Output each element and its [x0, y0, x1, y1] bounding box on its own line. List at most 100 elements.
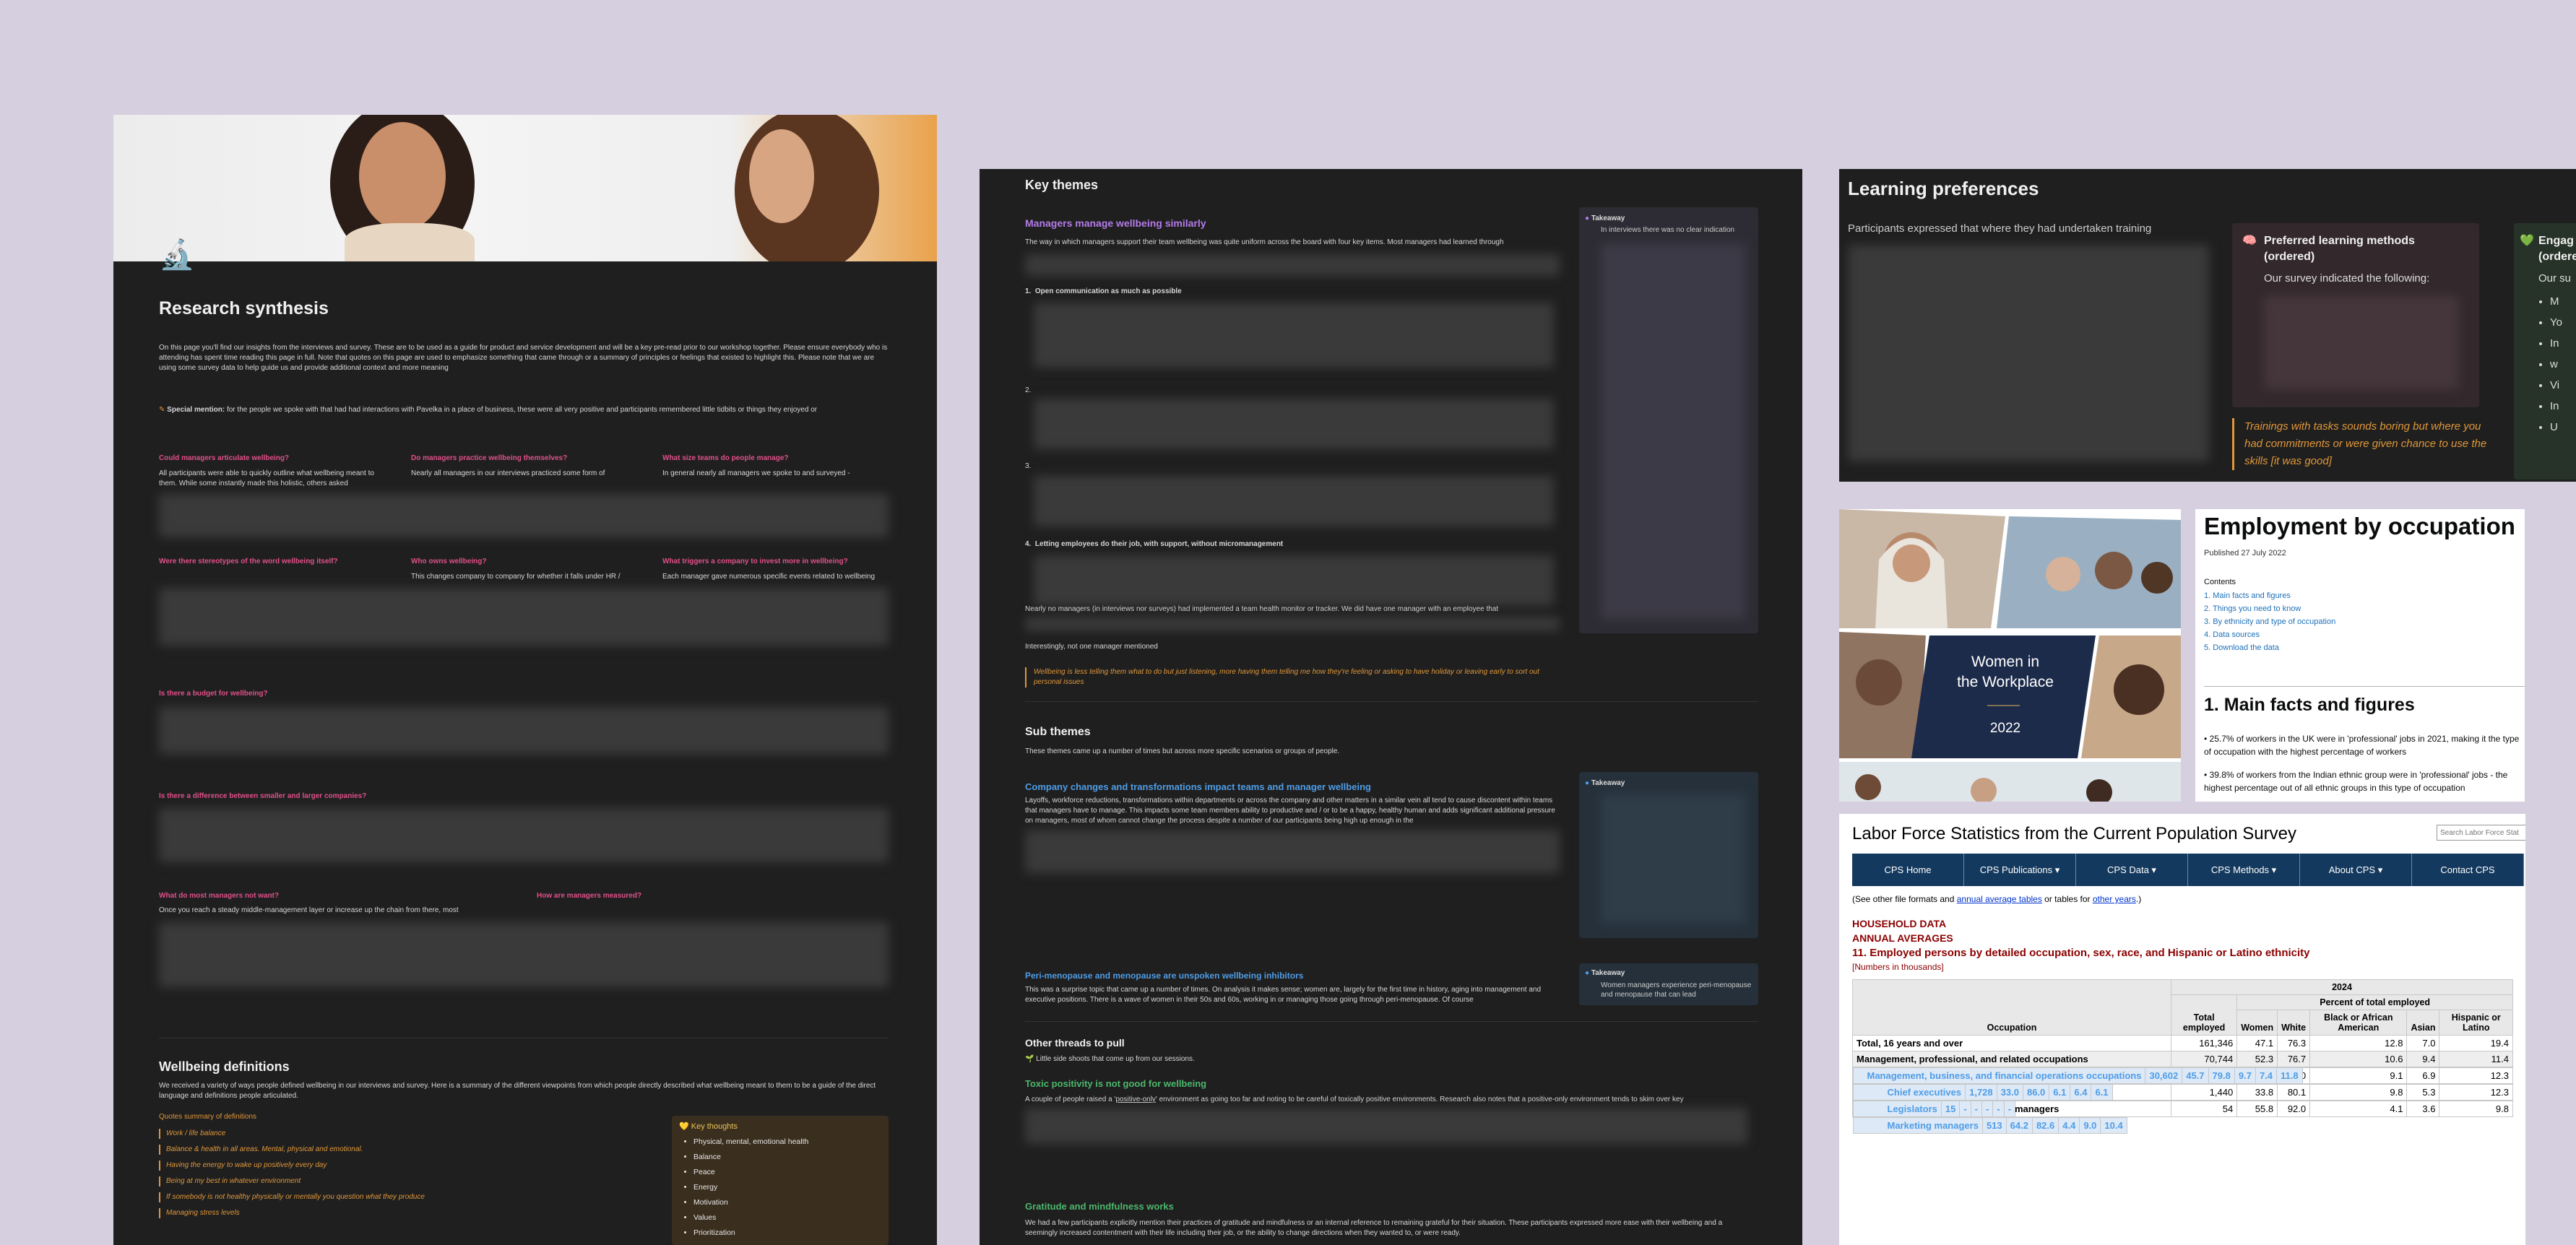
section-heading: 1. Main facts and figures	[2204, 695, 2415, 715]
photo-person	[1855, 774, 1881, 800]
annual-average-link[interactable]: annual average tables	[1957, 894, 2042, 904]
search-input[interactable]	[2437, 825, 2525, 841]
row-black: 9.8	[2309, 1084, 2408, 1101]
nav-item[interactable]: CPS Methods ▾	[2188, 854, 2300, 886]
report-title-line2: the Workplace	[1957, 674, 2054, 690]
photo-person-face	[1893, 545, 1930, 582]
thread-title: Toxic positivity is not good for wellbei…	[1025, 1078, 1207, 1089]
row-women: 33.8	[2236, 1084, 2278, 1101]
photo-tile	[1839, 762, 2181, 802]
key-thoughts-list: Physical, mental, emotional healthBalanc…	[679, 1135, 808, 1241]
takeaway-header: ● Takeaway	[1585, 779, 1625, 787]
blurred-content	[159, 808, 889, 862]
blurred-content	[159, 922, 889, 987]
circle-icon: ●	[1585, 779, 1590, 787]
row-black: 4.4	[2058, 1117, 2080, 1134]
row-asian: 9.0	[2079, 1117, 2101, 1134]
cps-navbar: CPS Home CPS Publications ▾ CPS Data ▾ CPS …	[1852, 854, 2524, 886]
row-black: 9.7	[2234, 1067, 2256, 1084]
nav-item[interactable]: CPS Data ▾	[2076, 854, 2188, 886]
contents-link[interactable]: 5. Download the data	[2204, 641, 2335, 654]
sprout-icon: 🌱	[1025, 1055, 1034, 1063]
sub-themes-intro: These themes came up a number of times b…	[1025, 747, 1340, 755]
divider	[1025, 1021, 1758, 1022]
thread-link[interactable]: positive-only	[1115, 1096, 1156, 1103]
row-women: 33.0	[1996, 1084, 2023, 1101]
contents-link[interactable]: 1. Main facts and figures	[2204, 589, 2335, 602]
row-asian: 3.6	[2406, 1101, 2440, 1117]
contents-label: Contents	[2204, 578, 2236, 586]
contents-link[interactable]: 4. Data sources	[2204, 628, 2335, 641]
card-list-item: In	[2550, 396, 2562, 417]
contents-link[interactable]: 2. Things you need to know	[2204, 602, 2335, 615]
quote-item: Work / life balance	[159, 1129, 592, 1139]
blurred-content	[1025, 1108, 1747, 1144]
quote-item-text: Balance & health in all areas. Mental, p…	[166, 1145, 363, 1153]
row-occupation: Chief executives	[1852, 1084, 1966, 1101]
contents-link[interactable]: 3. By ethnicity and type of occupation	[2204, 615, 2335, 628]
photo-person	[2095, 552, 2132, 589]
note-text: (See other file formats and	[1852, 894, 1957, 904]
nav-item[interactable]: CPS Publications ▾	[1964, 854, 2076, 886]
blurred-content	[159, 588, 889, 646]
key-thought-item: Physical, mental, emotional health	[693, 1135, 808, 1150]
thread-text: A couple of people raised a 'positive-on…	[1025, 1095, 1747, 1105]
row-hisp: 12.3	[2439, 1084, 2513, 1101]
row-hisp: 9.8	[2439, 1101, 2513, 1117]
row-total: 30,602	[2145, 1067, 2183, 1084]
sub-theme-title: Company changes and transformations impa…	[1025, 781, 1371, 792]
card-title: Preferred learning methods (ordered)	[2264, 235, 2415, 263]
takeaway-label: Takeaway	[1591, 969, 1625, 977]
takeaway-header: ● Takeaway	[1585, 214, 1625, 222]
row-hisp: 19.4	[2439, 1035, 2513, 1051]
question-heading: Could managers articulate wellbeing?	[159, 454, 290, 462]
other-years-link[interactable]: other years	[2093, 894, 2136, 904]
row-occupation: Management, professional, and related oc…	[1852, 1051, 2171, 1067]
hero-image	[113, 115, 937, 261]
key-themes-heading: Key themes	[1025, 178, 1099, 192]
blurred-content	[159, 494, 889, 537]
takeaway-header: ● Takeaway	[1585, 969, 1625, 977]
divider	[1025, 701, 1758, 702]
special-mention: ✎ Special mention: for the people we spo…	[159, 405, 889, 415]
thread-text-part: ' environment as going too far and notin…	[1155, 1096, 1684, 1103]
report-year: 2022	[1989, 721, 2021, 736]
col-white: White	[2277, 1010, 2311, 1036]
section-text: We received a variety of ways people def…	[159, 1082, 876, 1100]
question-heading: Do managers practice wellbeing themselve…	[411, 454, 568, 462]
numbered-item: 2.	[1025, 386, 1032, 394]
learning-methods-card: 🧠 Preferred learning methods (ordered) O…	[2232, 223, 2479, 407]
circle-icon: ●	[1585, 214, 1590, 222]
nav-item[interactable]: CPS Home	[1852, 854, 1964, 886]
key-thought-item: Peace	[693, 1165, 808, 1180]
fact-text: 39.8% of workers from the Indian ethnic …	[2204, 770, 2508, 793]
nav-item[interactable]: Contact CPS	[2412, 854, 2524, 886]
row-asian: 7.0	[2406, 1035, 2440, 1051]
row-hisp: -	[2003, 1101, 2016, 1117]
row-total: 513	[1981, 1117, 2007, 1134]
row-occupation: Total, 16 years and over	[1852, 1035, 2171, 1051]
employment-by-occupation-page: Employment by occupation Published 27 Ju…	[2195, 509, 2525, 802]
key-thought-item: Prioritization	[693, 1226, 808, 1241]
special-mention-text: for the people we spoke with that had ha…	[226, 406, 818, 414]
heart-icon: 💚	[2520, 235, 2534, 247]
quote-item: Having the energy to wake up positively …	[159, 1161, 592, 1171]
report-title: Women in the Workplace	[1933, 652, 2078, 693]
thread-text-part: A couple of people raised a '	[1025, 1096, 1116, 1103]
question-heading: What size teams do people manage?	[662, 454, 789, 462]
row-total: 15	[1940, 1101, 1961, 1117]
takeaway-label: Takeaway	[1591, 779, 1625, 787]
paragraph: Nearly no managers (in interviews nor su…	[1025, 605, 1499, 613]
row-black: 9.1	[2309, 1067, 2408, 1084]
nav-item[interactable]: About CPS ▾	[2300, 854, 2412, 886]
learning-text: Participants expressed that where they h…	[1848, 222, 2152, 235]
card-list-item: U	[2550, 417, 2562, 438]
card-list-item: Vi	[2550, 375, 2562, 396]
learning-title: Learning preferences	[1848, 178, 2039, 199]
row-total: 54	[2170, 1101, 2238, 1117]
table-title: 11. Employed persons by detailed occupat…	[1852, 947, 2310, 959]
row-total: 161,346	[2170, 1035, 2238, 1051]
quote-block: Trainings with tasks sounds boring but w…	[2232, 418, 2491, 470]
women-workplace-report: Women in the Workplace 2022	[1839, 509, 2181, 802]
row-hisp: 6.1	[2091, 1084, 2113, 1101]
